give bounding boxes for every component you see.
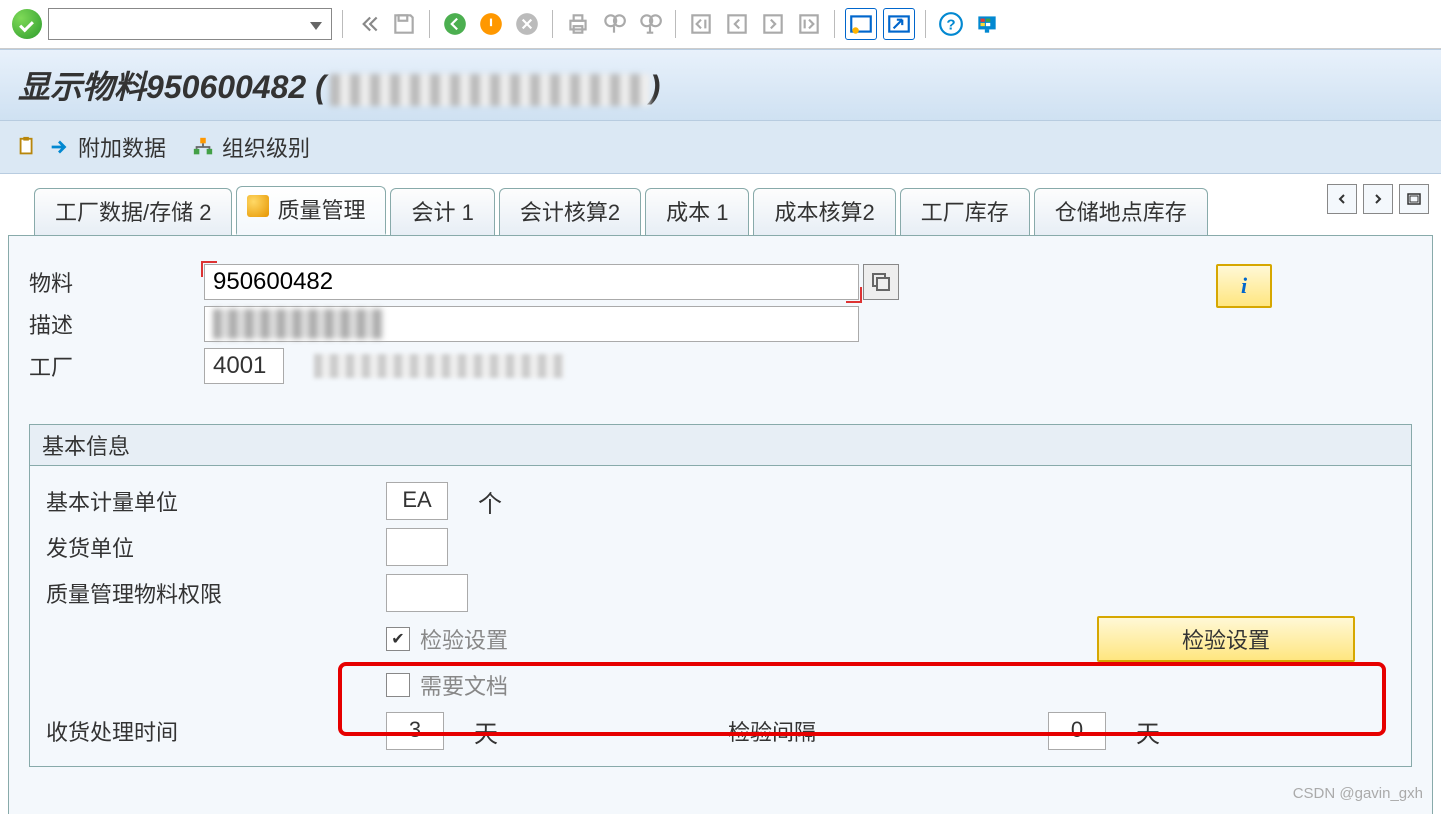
- tab-costing-2[interactable]: 成本核算2: [753, 188, 895, 235]
- new-session-icon[interactable]: [845, 8, 877, 40]
- base-uom-row: 基本计量单位 EA 个: [46, 478, 1395, 524]
- description-input[interactable]: [204, 306, 859, 342]
- tab-nav: [1327, 184, 1429, 214]
- basic-info-body: 基本计量单位 EA 个 发货单位 质量管理物料权限 检验设置 检验设置 需要文档: [30, 466, 1411, 766]
- plant-desc-obscured: [314, 354, 564, 378]
- insp-setup-button[interactable]: 检验设置: [1097, 616, 1355, 662]
- org-level-button[interactable]: 组织级别: [190, 131, 310, 163]
- toolbar-sep: [675, 10, 676, 38]
- first-page-icon[interactable]: [686, 9, 716, 39]
- gr-time-unit: 天: [474, 714, 498, 749]
- find-next-icon[interactable]: [635, 9, 665, 39]
- tab-content: i 物料 描述 工厂 4001 基本信息 基本计量单位 EA 个 发货单位: [8, 235, 1433, 814]
- description-obscured: [213, 309, 383, 339]
- clipboard-icon: [14, 136, 40, 158]
- base-uom-text: 个: [478, 484, 502, 519]
- gr-time-label: 收货处理时间: [46, 715, 386, 747]
- layout-icon[interactable]: [972, 9, 1002, 39]
- command-field-wrap: [48, 8, 332, 40]
- insp-interval-label: 检验间隔: [728, 715, 1048, 747]
- plant-row: 工厂 4001: [29, 348, 1412, 384]
- tab-storage-loc-stock[interactable]: 仓储地点库存: [1034, 188, 1208, 235]
- tab-accounting-2[interactable]: 会计核算2: [499, 188, 641, 235]
- additional-data-label: 附加数据: [78, 131, 166, 163]
- collapse-icon[interactable]: [353, 9, 383, 39]
- tab-accounting-1[interactable]: 会计 1: [390, 188, 494, 235]
- insp-setup-row: 检验设置 检验设置: [46, 616, 1395, 662]
- toolbar-sep: [342, 10, 343, 38]
- ok-icon[interactable]: [12, 9, 42, 39]
- title-number: 950600482: [146, 69, 306, 105]
- save-icon[interactable]: [389, 9, 419, 39]
- material-label: 物料: [29, 266, 204, 298]
- issue-uom-label: 发货单位: [46, 531, 386, 563]
- svg-text:?: ?: [946, 16, 955, 33]
- tab-plant-storage-2[interactable]: 工厂数据/存储 2: [34, 188, 232, 235]
- qm-auth-row: 质量管理物料权限: [46, 570, 1395, 616]
- description-label: 描述: [29, 308, 204, 340]
- shortcut-icon[interactable]: [883, 8, 915, 40]
- tab-costing-1[interactable]: 成本 1: [645, 188, 749, 235]
- next-page-icon[interactable]: [758, 9, 788, 39]
- tab-list-button[interactable]: [1399, 184, 1429, 214]
- gr-time-row: 收货处理时间 3 天 检验间隔 0 天: [46, 708, 1395, 754]
- base-uom-value[interactable]: EA: [386, 482, 448, 520]
- corner-br: [846, 287, 862, 303]
- print-icon[interactable]: [563, 9, 593, 39]
- exit-icon[interactable]: [476, 9, 506, 39]
- toolbar-sep: [552, 10, 553, 38]
- description-row: 描述: [29, 306, 1412, 342]
- arrow-right-icon: [46, 136, 72, 158]
- tab-scroll-right[interactable]: [1363, 184, 1393, 214]
- prev-page-icon[interactable]: [722, 9, 752, 39]
- org-level-label: 组织级别: [222, 131, 310, 163]
- qm-auth-label: 质量管理物料权限: [46, 577, 386, 609]
- info-button[interactable]: i: [1216, 264, 1272, 308]
- issue-uom-value[interactable]: [386, 528, 448, 566]
- back-icon[interactable]: [440, 9, 470, 39]
- toolbar-sep: [925, 10, 926, 38]
- material-row: 物料: [29, 264, 1412, 300]
- command-field[interactable]: [48, 8, 332, 40]
- tab-strip: 工厂数据/存储 2 质量管理 会计 1 会计核算2 成本 1 成本核算2 工厂库…: [0, 174, 1441, 235]
- issue-uom-row: 发货单位: [46, 524, 1395, 570]
- insp-interval-unit: 天: [1136, 714, 1160, 749]
- qm-auth-value[interactable]: [386, 574, 468, 612]
- title-paren-close: ): [650, 69, 661, 105]
- doc-req-checkbox[interactable]: [386, 673, 410, 697]
- hierarchy-icon: [190, 136, 216, 158]
- doc-req-label: 需要文档: [420, 669, 508, 701]
- title-prefix: 显示物料: [18, 69, 146, 105]
- title-obscured: [330, 74, 650, 106]
- help-icon[interactable]: ?: [936, 9, 966, 39]
- insp-setup-checkbox[interactable]: [386, 627, 410, 651]
- page-title: 显示物料950600482 (): [0, 49, 1441, 121]
- watermark: CSDN @gavin_gxh: [1293, 785, 1423, 802]
- find-icon[interactable]: [599, 9, 629, 39]
- main-toolbar: ?: [0, 0, 1441, 49]
- insp-setup-cbx-label: 检验设置: [420, 623, 508, 655]
- material-f4-button[interactable]: [863, 264, 899, 300]
- insp-interval-value[interactable]: 0: [1048, 712, 1106, 750]
- tab-quality-mgmt[interactable]: 质量管理: [236, 186, 386, 235]
- toolbar-sep: [834, 10, 835, 38]
- gr-time-value[interactable]: 3: [386, 712, 444, 750]
- plant-input[interactable]: 4001: [204, 348, 284, 384]
- last-page-icon[interactable]: [794, 9, 824, 39]
- doc-req-row: 需要文档: [46, 662, 1395, 708]
- tab-plant-stock[interactable]: 工厂库存: [900, 188, 1030, 235]
- additional-data-button[interactable]: 附加数据: [14, 131, 166, 163]
- material-input[interactable]: [204, 264, 859, 300]
- cancel-icon[interactable]: [512, 9, 542, 39]
- sub-toolbar: 附加数据 组织级别: [0, 121, 1441, 174]
- material-input-wrap: [204, 264, 859, 300]
- base-uom-label: 基本计量单位: [46, 485, 386, 517]
- basic-info-group: 基本信息 基本计量单位 EA 个 发货单位 质量管理物料权限 检验设置 检验设置: [29, 424, 1412, 767]
- tab-scroll-left[interactable]: [1327, 184, 1357, 214]
- title-paren-open: (: [306, 69, 326, 105]
- plant-label: 工厂: [29, 350, 204, 382]
- basic-info-title: 基本信息: [30, 425, 1411, 466]
- toolbar-sep: [429, 10, 430, 38]
